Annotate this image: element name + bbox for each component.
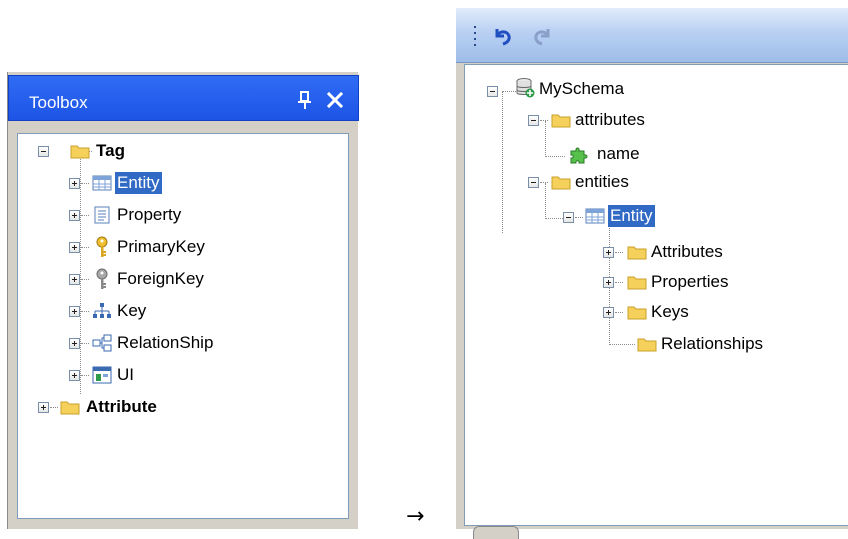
schema-tree: MySchema attributes name entities Entity: [464, 64, 848, 526]
expand-properties-button[interactable]: [603, 277, 614, 288]
collapse-attributes-button[interactable]: [528, 115, 539, 126]
tree-connector: [615, 312, 623, 313]
tree-connector: [545, 121, 546, 157]
expand-attributes-button[interactable]: [603, 247, 614, 258]
collapse-tag-button[interactable]: [38, 146, 49, 157]
tree-node-entity-selected[interactable]: Entity: [608, 205, 655, 227]
tree-connector: [81, 311, 89, 312]
expand-primarykey-button[interactable]: [69, 242, 80, 253]
tree-node-relationships[interactable]: Relationships: [659, 333, 765, 355]
tree-connector: [81, 183, 89, 184]
tree-connector: [615, 252, 623, 253]
expand-keys-button[interactable]: [603, 307, 614, 318]
tree-connector: [540, 120, 548, 121]
tree-connector: [540, 182, 548, 183]
folder-icon: [637, 338, 657, 352]
toolbox-tree: Tag Entity Property PrimaryKey ForeignKe…: [17, 133, 349, 519]
tree-node-primarykey[interactable]: PrimaryKey: [115, 236, 207, 258]
designer-toolbar: [456, 8, 848, 63]
tree-node-key[interactable]: Key: [115, 300, 148, 322]
tree-node-entity[interactable]: Entity: [115, 172, 162, 194]
expand-foreignkey-button[interactable]: [69, 274, 80, 285]
tree-connector: [81, 247, 89, 248]
redo-icon[interactable]: [530, 25, 554, 47]
tree-node-entities[interactable]: entities: [573, 171, 631, 193]
tree-node-name[interactable]: name: [595, 143, 642, 165]
tree-connector: [50, 407, 58, 408]
expand-key-button[interactable]: [69, 306, 80, 317]
tree-connector: [609, 344, 635, 345]
folder-icon: [551, 114, 571, 128]
expand-entity-button[interactable]: [69, 178, 80, 189]
close-icon[interactable]: [325, 90, 345, 110]
toolbox-panel: Toolbox Tag Entity Property PrimaryKey F…: [7, 72, 359, 529]
tree-connector: [81, 215, 89, 216]
toolbar-grip-icon[interactable]: [473, 25, 477, 47]
tree-node-ui[interactable]: UI: [115, 364, 136, 386]
tree-node-tag[interactable]: Tag: [94, 140, 127, 162]
hierarchy-icon: [93, 303, 111, 318]
tree-node-foreignkey[interactable]: ForeignKey: [115, 268, 206, 290]
tree-node-attributes[interactable]: attributes: [573, 109, 647, 131]
folder-icon: [551, 176, 571, 190]
pin-icon[interactable]: [297, 91, 313, 109]
relationship-icon: [92, 334, 112, 352]
folder-icon: [70, 145, 90, 159]
tree-connector: [81, 343, 89, 344]
undo-icon[interactable]: [491, 25, 515, 47]
expand-ui-button[interactable]: [69, 370, 80, 381]
bottom-tab[interactable]: [473, 526, 519, 539]
collapse-myschema-button[interactable]: [487, 86, 498, 97]
folder-icon: [627, 246, 647, 260]
tree-connector: [615, 282, 623, 283]
tree-connector: [81, 375, 89, 376]
expand-attribute-button[interactable]: [38, 402, 49, 413]
puzzle-piece-icon: [570, 147, 588, 164]
tree-connector: [80, 156, 81, 394]
collapse-entities-button[interactable]: [528, 177, 539, 188]
folder-icon: [627, 306, 647, 320]
transform-arrow: →: [406, 504, 425, 529]
collapse-entity-button[interactable]: [563, 212, 574, 223]
tree-node-myschema[interactable]: MySchema: [537, 78, 626, 100]
tree-connector: [502, 91, 503, 233]
tree-connector: [545, 156, 565, 157]
tree-connector: [81, 279, 89, 280]
tree-node-keys[interactable]: Keys: [649, 301, 691, 323]
toolbox-title: Toolbox: [29, 93, 88, 112]
expand-property-button[interactable]: [69, 210, 80, 221]
property-icon: [94, 206, 110, 224]
tree-node-relationship[interactable]: RelationShip: [115, 332, 215, 354]
tree-node-entity-attributes[interactable]: Attributes: [649, 241, 725, 263]
schema-database-icon: [516, 78, 535, 98]
tree-connector: [575, 217, 583, 218]
tree-connector: [545, 183, 546, 219]
folder-icon: [627, 276, 647, 290]
toolbox-titlebar[interactable]: Toolbox: [8, 75, 359, 121]
key-gold-icon: [96, 236, 108, 257]
table-icon: [92, 175, 112, 191]
table-icon: [585, 208, 605, 224]
key-gray-icon: [96, 268, 108, 289]
tree-node-properties[interactable]: Properties: [649, 271, 730, 293]
ui-window-icon: [92, 366, 112, 384]
tree-node-attribute[interactable]: Attribute: [84, 396, 159, 418]
folder-icon: [60, 401, 80, 415]
schema-designer-panel: MySchema attributes name entities Entity: [456, 8, 848, 539]
expand-relationship-button[interactable]: [69, 338, 80, 349]
tree-node-property[interactable]: Property: [115, 204, 183, 226]
